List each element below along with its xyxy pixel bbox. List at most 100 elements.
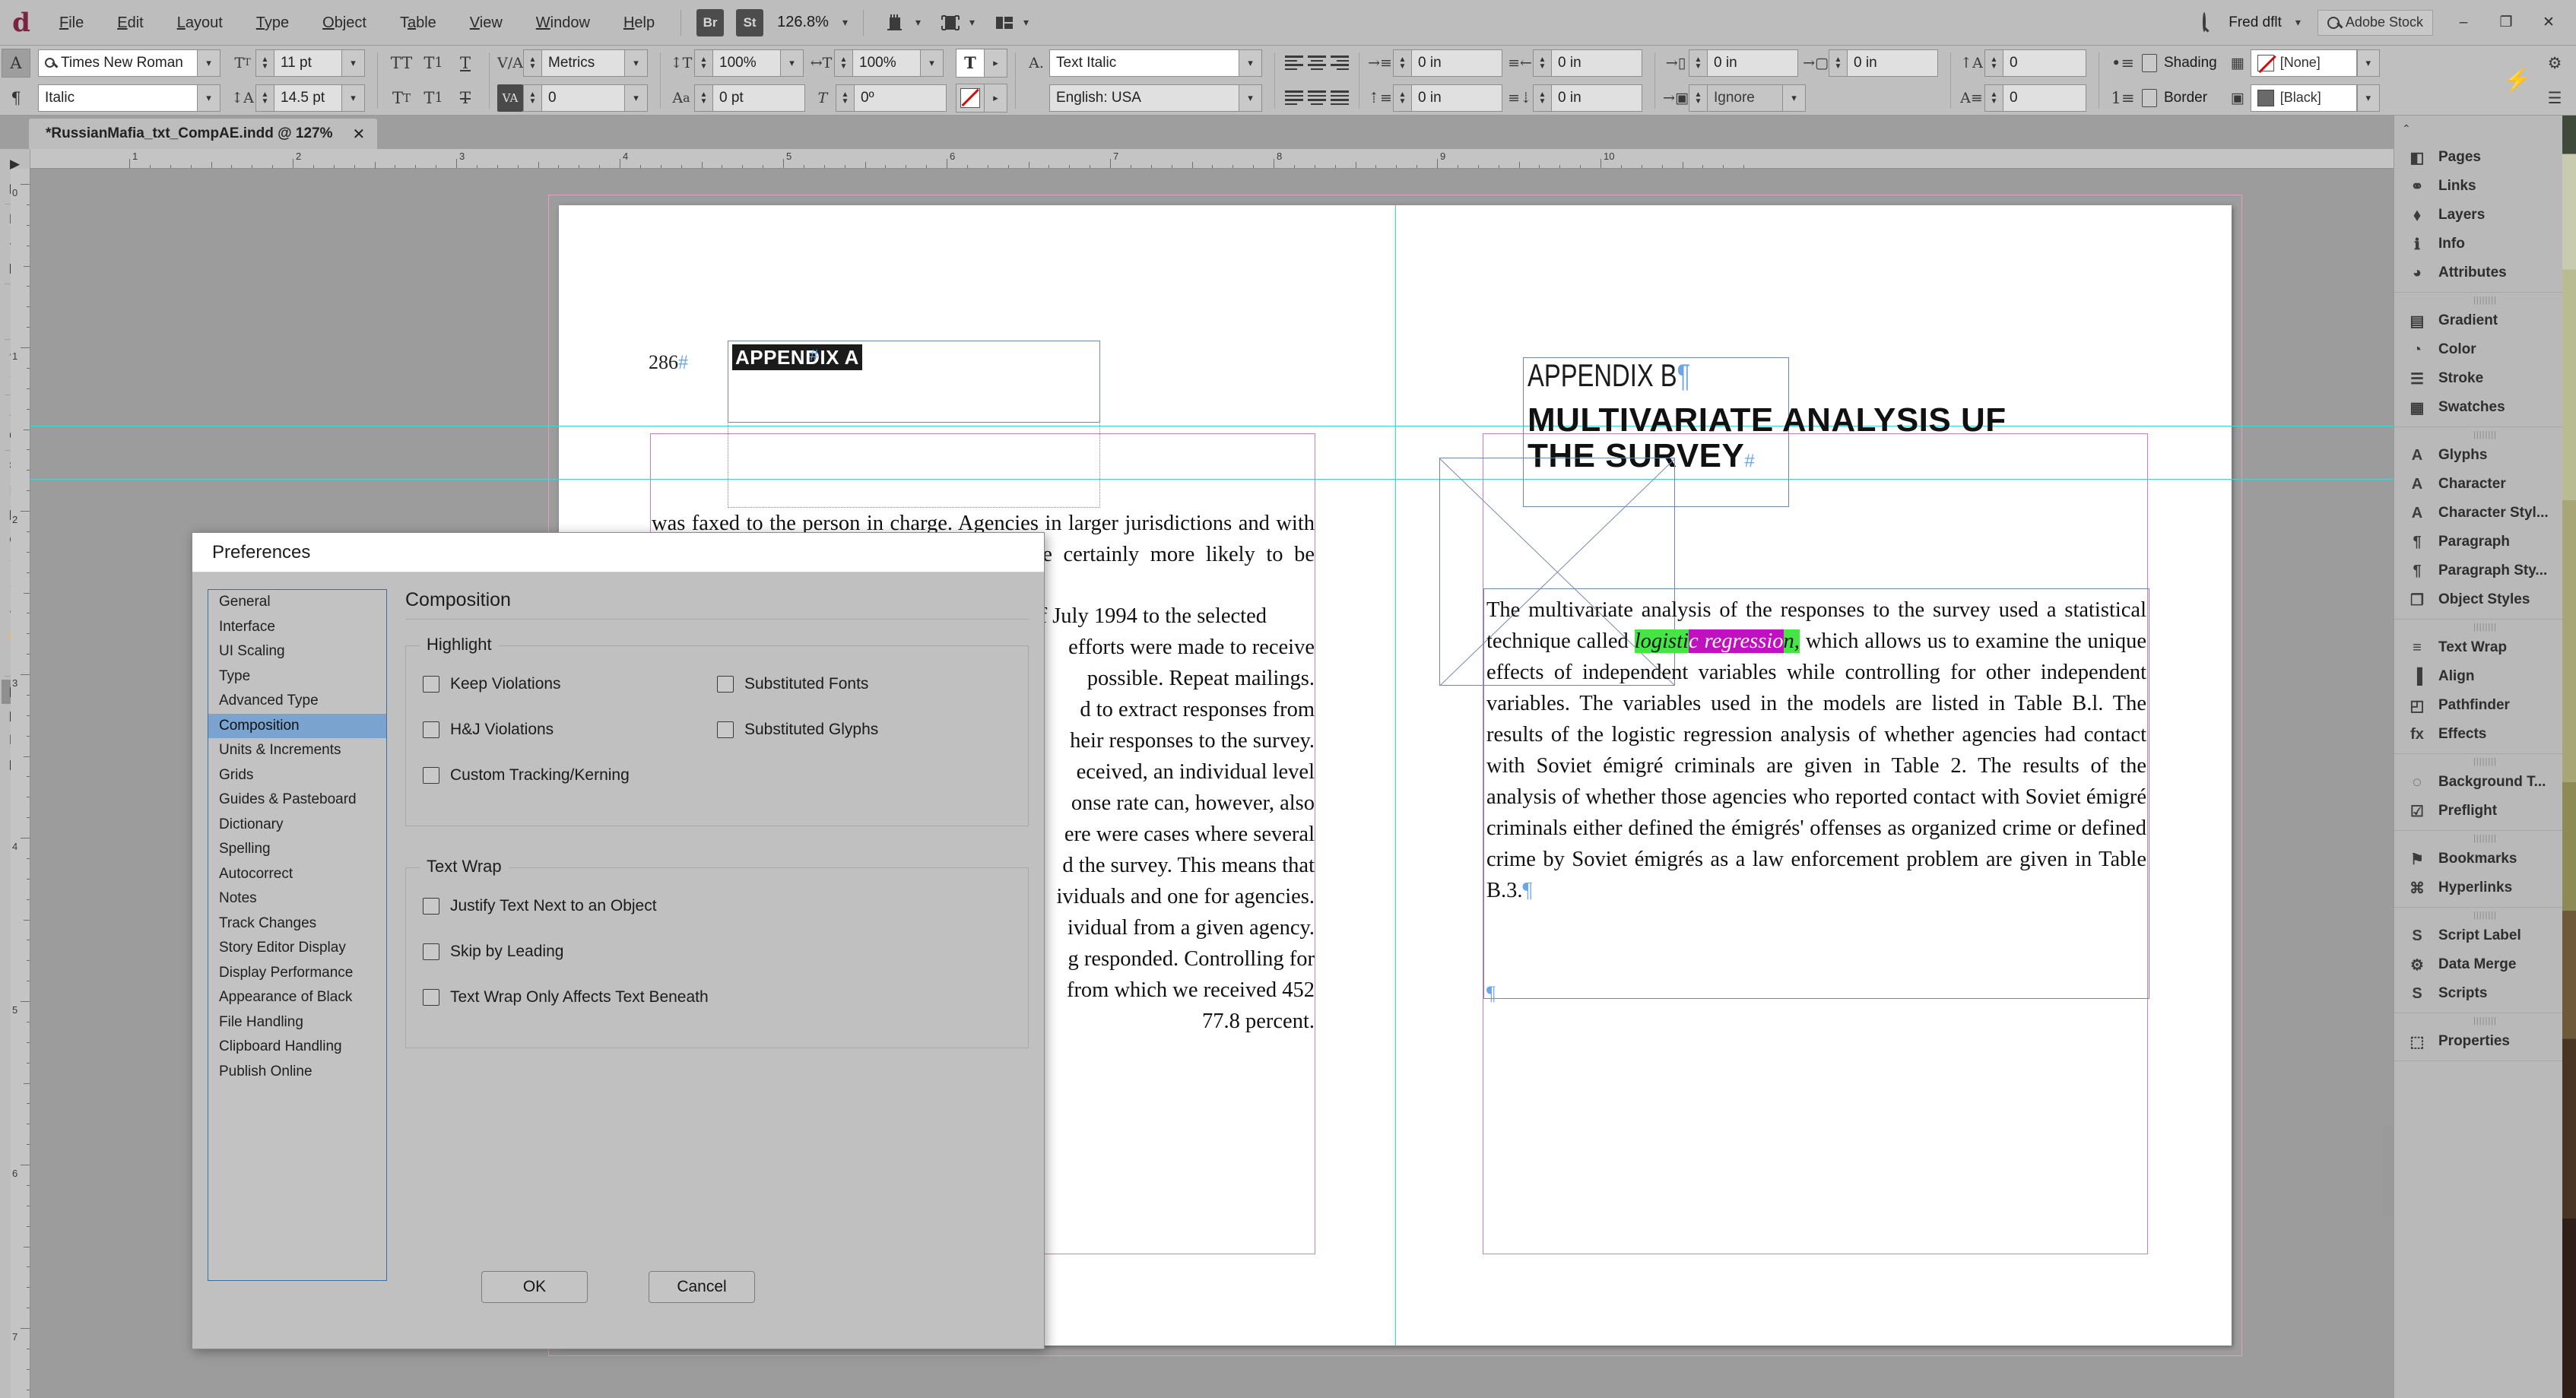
search-icon[interactable]	[2191, 12, 2218, 32]
language-value[interactable]: English: USA	[1056, 90, 1141, 106]
horizontal-ruler[interactable]: 1 2 3 4 5 6 7 8 9 10	[30, 149, 2394, 169]
arrange-documents-chevron-down-icon[interactable]: ▾	[1017, 16, 1035, 29]
preferences-category-interface[interactable]: Interface	[208, 615, 386, 640]
preferences-category-advanced-type[interactable]: Advanced Type	[208, 689, 386, 714]
close-button[interactable]: ✕	[2527, 1, 2570, 45]
dock-group-grip[interactable]: ||||||||	[2394, 621, 2576, 633]
menu-object[interactable]: Object	[306, 0, 383, 46]
dock-group-grip[interactable]: ||||||||	[2394, 909, 2576, 921]
none-swatch-button[interactable]	[956, 83, 985, 113]
dock-item-data-merge[interactable]: ⚙ Data Merge	[2394, 950, 2576, 979]
last-line-indent-value[interactable]: 0 in	[1558, 90, 1581, 106]
preferences-category-publish-online[interactable]: Publish Online	[208, 1060, 386, 1085]
drop-cap-lines-value[interactable]: 0	[2010, 55, 2018, 71]
checkbox-icon[interactable]	[423, 676, 439, 693]
justify-all-button[interactable]	[1328, 85, 1351, 111]
text-options-chevron-right-icon[interactable]: ▸	[985, 48, 1007, 78]
dock-item-info[interactable]: ℹ Info	[2394, 230, 2576, 258]
character-formatting-button[interactable]: A	[2, 48, 30, 78]
checkbox-icon[interactable]	[423, 721, 439, 738]
preferences-category-display-performance[interactable]: Display Performance	[208, 961, 386, 986]
strikethrough-button[interactable]: T	[449, 83, 481, 113]
font-size-chevron-down-icon[interactable]: ▾	[342, 49, 365, 77]
right-indent-value[interactable]: 0 in	[1558, 55, 1581, 71]
vertical-scrollbar[interactable]	[2383, 1125, 2394, 1216]
preferences-category-story-editor-display[interactable]: Story Editor Display	[208, 936, 386, 961]
left-indent-stepper[interactable]: ▲ ▼	[1393, 49, 1411, 77]
dock-collapse-icon[interactable]: ⌃	[2394, 116, 2576, 141]
dock-item-background-t[interactable]: ◌ Background T...	[2394, 768, 2576, 797]
leading-stepper[interactable]: ▲ ▼	[255, 84, 274, 112]
dock-item-stroke[interactable]: ☰ Stroke	[2394, 364, 2576, 393]
cancel-button[interactable]: Cancel	[649, 1271, 755, 1303]
dock-group-grip[interactable]: ||||||||	[2394, 294, 2576, 306]
dock-item-attributes[interactable]: ◕ Attributes	[2394, 258, 2576, 287]
preferences-category-file-handling[interactable]: File Handling	[208, 1010, 386, 1035]
small-caps-button[interactable]: TT	[385, 83, 417, 113]
stock-button[interactable]: St	[736, 8, 764, 36]
vertical-ruler[interactable]: 012345678	[11, 169, 30, 1398]
guide-vertical-spine[interactable]	[1395, 205, 1396, 1346]
stock-search-box[interactable]: Adobe Stock	[2317, 9, 2433, 36]
skew-stepper[interactable]: ▲ ▼	[836, 84, 854, 112]
preferences-category-track-changes[interactable]: Track Changes	[208, 911, 386, 937]
align-right-button[interactable]	[1328, 50, 1351, 76]
dock-item-hyperlinks[interactable]: ⌘ Hyperlinks	[2394, 873, 2576, 902]
quick-apply-lightning-icon[interactable]: ⚡	[2501, 65, 2533, 96]
drop-cap-chars-value[interactable]: 0	[2010, 90, 2018, 106]
baseline-shift-stepper[interactable]: ▲ ▼	[694, 84, 712, 112]
drop-cap-chars-stepper[interactable]: ▲ ▼	[1984, 84, 2003, 112]
dock-item-object-styles[interactable]: ❐ Object Styles	[2394, 585, 2576, 614]
preferences-category-grids[interactable]: Grids	[208, 763, 386, 788]
font-family-chevron-down-icon[interactable]: ▾	[198, 49, 220, 77]
bridge-button[interactable]: Br	[696, 8, 725, 36]
numbered-list-button[interactable]: 1≡	[2107, 83, 2139, 113]
document-tab[interactable]: *RussianMafia_txt_CompAE.indd @ 127% ✕	[29, 119, 378, 149]
screen-mode-chevron-down-icon[interactable]: ▾	[963, 16, 981, 29]
view-options-chevron-down-icon[interactable]: ▾	[909, 16, 927, 29]
checkbox-row-substituted-fonts[interactable]: Substituted Fonts	[717, 669, 1011, 699]
checkbox-icon[interactable]	[423, 989, 439, 1006]
space-before-value[interactable]: 0 in	[1714, 55, 1737, 71]
arrange-documents-icon[interactable]	[991, 11, 1017, 34]
font-style-value[interactable]: Italic	[45, 90, 75, 106]
preferences-category-guides-pasteboard[interactable]: Guides & Pasteboard	[208, 788, 386, 813]
menu-layout[interactable]: Layout	[160, 0, 240, 46]
dock-item-pages[interactable]: ◧ Pages	[2394, 143, 2576, 172]
align-to-grid-chevron-down-icon[interactable]: ▾	[1783, 84, 1806, 112]
checkbox-row-text-wrap-only-affects-text-beneath[interactable]: Text Wrap Only Affects Text Beneath	[423, 982, 1011, 1013]
dock-item-glyphs[interactable]: A Glyphs	[2394, 441, 2576, 470]
paragraph-formatting-button[interactable]: ¶	[2, 84, 30, 113]
preferences-category-appearance-of-black[interactable]: Appearance of Black	[208, 985, 386, 1010]
checkbox-row-skip-by-leading[interactable]: Skip by Leading	[423, 937, 1011, 967]
kerning-stepper[interactable]: ▲ ▼	[523, 49, 541, 77]
preferences-category-clipboard-handling[interactable]: Clipboard Handling	[208, 1035, 386, 1060]
checkbox-row-keep-violations[interactable]: Keep Violations	[423, 669, 717, 699]
font-style-chevron-down-icon[interactable]: ▾	[198, 84, 220, 112]
user-account[interactable]: Fred dflt ▾	[2218, 14, 2317, 31]
checkbox-row-substituted-glyphs[interactable]: Substituted Glyphs	[717, 715, 1011, 745]
space-after-value[interactable]: 0 in	[1854, 55, 1877, 71]
formatting-affects-text-button[interactable]: T	[956, 48, 985, 78]
dock-item-bookmarks[interactable]: ⚑ Bookmarks	[2394, 845, 2576, 873]
checkbox-icon[interactable]	[423, 943, 439, 960]
drop-cap-lines-stepper[interactable]: ▲ ▼	[1984, 49, 2003, 77]
checkbox-row-justify-text-next-to-an-object[interactable]: Justify Text Next to an Object	[423, 891, 1011, 921]
dock-item-links[interactable]: ⚭ Links	[2394, 172, 2576, 201]
dock-item-preflight[interactable]: ☑ Preflight	[2394, 797, 2576, 826]
tracking-stepper[interactable]: ▲ ▼	[523, 84, 541, 112]
shading-color-chevron-down-icon[interactable]: ▾	[2356, 49, 2380, 77]
character-style-value[interactable]: Text Italic	[1056, 55, 1116, 71]
dock-item-script-label[interactable]: S Script Label	[2394, 921, 2576, 950]
dock-group-grip[interactable]: ||||||||	[2394, 1015, 2576, 1027]
preferences-category-type[interactable]: Type	[208, 664, 386, 689]
checkbox-icon[interactable]	[423, 898, 439, 915]
shading-color-value[interactable]: [None]	[2280, 55, 2321, 71]
preferences-category-ui-scaling[interactable]: UI Scaling	[208, 639, 386, 664]
character-style-chevron-down-icon[interactable]: ▾	[1239, 49, 1262, 77]
underline-button[interactable]: T	[449, 48, 481, 78]
border-checkbox[interactable]	[2142, 88, 2157, 107]
swatch-options-chevron-right-icon[interactable]: ▸	[985, 83, 1007, 113]
first-line-indent-value[interactable]: 0 in	[1418, 90, 1442, 106]
document-tab-close-icon[interactable]: ✕	[353, 125, 366, 144]
